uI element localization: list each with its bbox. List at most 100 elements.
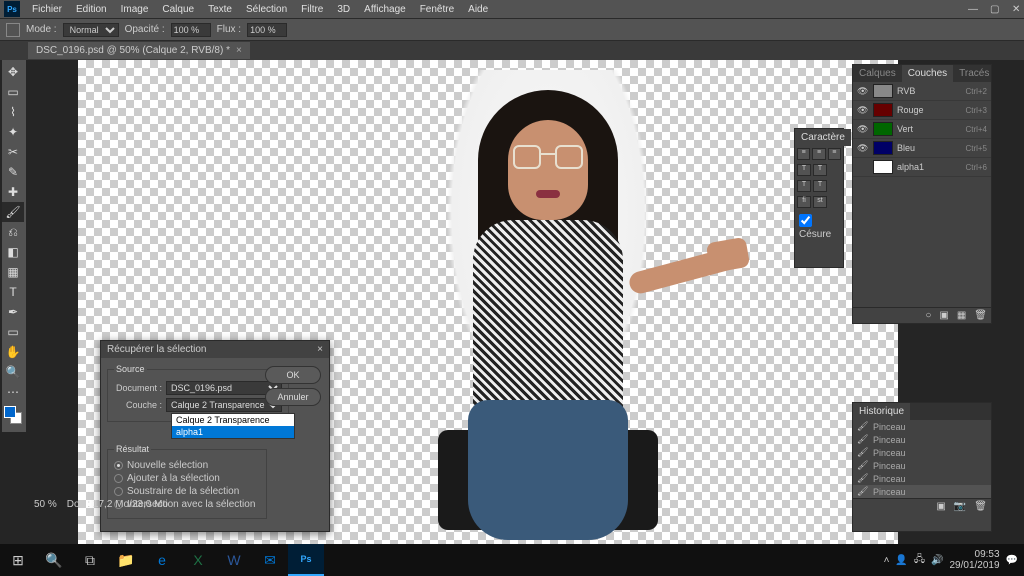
photoshop-taskbar-icon[interactable]: Ps <box>288 544 324 576</box>
document-tab[interactable]: DSC_0196.psd @ 50% (Calque 2, RVB/8) * × <box>28 42 250 59</box>
char-btn[interactable]: T <box>813 164 827 176</box>
history-item[interactable]: 🖌Pinceau <box>853 472 991 485</box>
tab-calques[interactable]: Calques <box>853 65 902 82</box>
menu-filtre[interactable]: Filtre <box>295 2 329 17</box>
eye-icon[interactable]: 👁 <box>857 105 869 116</box>
shape-tool[interactable]: ▭ <box>2 322 24 342</box>
channel-rouge[interactable]: 👁RougeCtrl+3 <box>853 101 991 120</box>
channel-dropdown-list[interactable]: Calque 2 Transparence alpha1 <box>171 413 295 439</box>
dialog-close-icon[interactable]: × <box>317 344 323 355</box>
eye-icon[interactable]: 👁 <box>857 86 869 97</box>
clock[interactable]: 09:53 29/01/2019 <box>949 549 999 571</box>
network-icon[interactable]: 🖧 <box>914 552 925 569</box>
history-item[interactable]: 🖌Pinceau <box>853 446 991 459</box>
heal-tool[interactable]: ✚ <box>2 182 24 202</box>
pen-tool[interactable]: ✒ <box>2 302 24 322</box>
eraser-tool[interactable]: ◧ <box>2 242 24 262</box>
lasso-tool[interactable]: ⌇ <box>2 102 24 122</box>
eyedropper-tool[interactable]: ✎ <box>2 162 24 182</box>
history-item[interactable]: 🖌Pinceau <box>853 420 991 433</box>
delete-history-icon[interactable]: 🗑 <box>974 501 987 512</box>
zoom-tool[interactable]: 🔍 <box>2 362 24 382</box>
channel-vert[interactable]: 👁VertCtrl+4 <box>853 120 991 139</box>
color-swatches[interactable] <box>2 406 26 430</box>
new-channel-icon[interactable]: ▦ <box>957 310 966 321</box>
eye-icon[interactable]: 👁 <box>857 143 869 154</box>
channel-rvb[interactable]: 👁RVBCtrl+2 <box>853 82 991 101</box>
char-btn[interactable]: T <box>813 180 827 192</box>
radio-new-selection[interactable]: Nouvelle sélection <box>114 460 260 471</box>
search-icon[interactable]: 🔍 <box>36 544 72 576</box>
stamp-tool[interactable]: ⎌ <box>2 222 24 242</box>
menu-fichier[interactable]: Fichier <box>26 2 68 17</box>
channel-alpha1[interactable]: alpha1Ctrl+6 <box>853 158 991 177</box>
move-tool[interactable]: ✥ <box>2 62 24 82</box>
brush-tool[interactable]: 🖌 <box>2 202 24 222</box>
channel-to-selection-icon[interactable]: ○ <box>925 310 931 321</box>
gradient-tool[interactable]: ▦ <box>2 262 24 282</box>
ok-button[interactable]: OK <box>265 366 321 384</box>
explorer-icon[interactable]: 📁 <box>108 544 144 576</box>
menu-edition[interactable]: Edition <box>70 2 113 17</box>
align-left-icon[interactable]: ≡ <box>797 148 810 160</box>
char-btn[interactable]: st <box>813 196 827 208</box>
history-item[interactable]: 🖌Pinceau <box>853 485 991 498</box>
maximize-button[interactable]: ▢ <box>984 2 998 17</box>
cancel-button[interactable]: Annuler <box>265 388 321 406</box>
tray-up-icon[interactable]: ˄ <box>884 555 890 566</box>
tab-traces[interactable]: Tracés <box>953 65 995 82</box>
minimize-button[interactable]: — <box>962 2 976 17</box>
snapshot-icon[interactable]: ▣ <box>936 501 945 512</box>
menu-fenetre[interactable]: Fenêtre <box>414 2 460 17</box>
cesure-checkbox[interactable] <box>799 214 812 227</box>
zoom-level[interactable]: 50 % <box>34 499 57 510</box>
char-btn[interactable]: T <box>797 180 811 192</box>
save-selection-icon[interactable]: ▣ <box>939 310 948 321</box>
tab-historique[interactable]: Historique <box>853 403 910 420</box>
opacity-input[interactable] <box>171 23 211 37</box>
char-btn[interactable]: T <box>797 164 811 176</box>
edge-icon[interactable]: e <box>144 544 180 576</box>
start-button[interactable]: ⊞ <box>0 544 36 576</box>
menu-aide[interactable]: Aide <box>462 2 494 17</box>
close-button[interactable]: ✕ <box>1006 2 1020 17</box>
crop-tool[interactable]: ✂ <box>2 142 24 162</box>
marquee-tool[interactable]: ▭ <box>2 82 24 102</box>
more-tools[interactable]: ⋯ <box>2 382 24 402</box>
menu-3d[interactable]: 3D <box>331 2 356 17</box>
delete-channel-icon[interactable]: 🗑 <box>974 310 987 321</box>
flow-input[interactable] <box>247 23 287 37</box>
menu-texte[interactable]: Texte <box>202 2 238 17</box>
menu-calque[interactable]: Calque <box>156 2 200 17</box>
camera-icon[interactable]: 📷 <box>954 501 966 512</box>
menu-affichage[interactable]: Affichage <box>358 2 412 17</box>
brush-preview[interactable] <box>6 23 20 37</box>
align-right-icon[interactable]: ≡ <box>828 148 841 160</box>
notifications-icon[interactable]: 💬 <box>1006 555 1018 566</box>
eye-icon[interactable]: 👁 <box>857 124 869 135</box>
history-item[interactable]: 🖌Pinceau <box>853 433 991 446</box>
history-item[interactable]: 🖌Pinceau <box>853 459 991 472</box>
align-center-icon[interactable]: ≡ <box>812 148 825 160</box>
dropdown-option-0[interactable]: Calque 2 Transparence <box>172 414 294 426</box>
menu-image[interactable]: Image <box>115 2 155 17</box>
volume-icon[interactable]: 🔊 <box>931 555 943 566</box>
excel-icon[interactable]: X <box>180 544 216 576</box>
wand-tool[interactable]: ✦ <box>2 122 24 142</box>
channel-bleu[interactable]: 👁BleuCtrl+5 <box>853 139 991 158</box>
char-btn[interactable]: fi <box>797 196 811 208</box>
word-icon[interactable]: W <box>216 544 252 576</box>
dropdown-option-1[interactable]: alpha1 <box>172 426 294 438</box>
tab-caractere[interactable]: Caractère <box>795 129 851 146</box>
dialog-titlebar[interactable]: Récupérer la sélection × <box>101 341 329 358</box>
menu-selection[interactable]: Sélection <box>240 2 293 17</box>
task-view-icon[interactable]: ⧉ <box>72 544 108 576</box>
tab-couches[interactable]: Couches <box>902 65 953 82</box>
fg-color[interactable] <box>4 406 16 418</box>
mode-select[interactable]: Normal <box>63 23 119 37</box>
type-tool[interactable]: T <box>2 282 24 302</box>
people-icon[interactable]: 👤 <box>895 555 907 566</box>
hand-tool[interactable]: ✋ <box>2 342 24 362</box>
close-tab-icon[interactable]: × <box>236 45 242 56</box>
mail-icon[interactable]: ✉ <box>252 544 288 576</box>
